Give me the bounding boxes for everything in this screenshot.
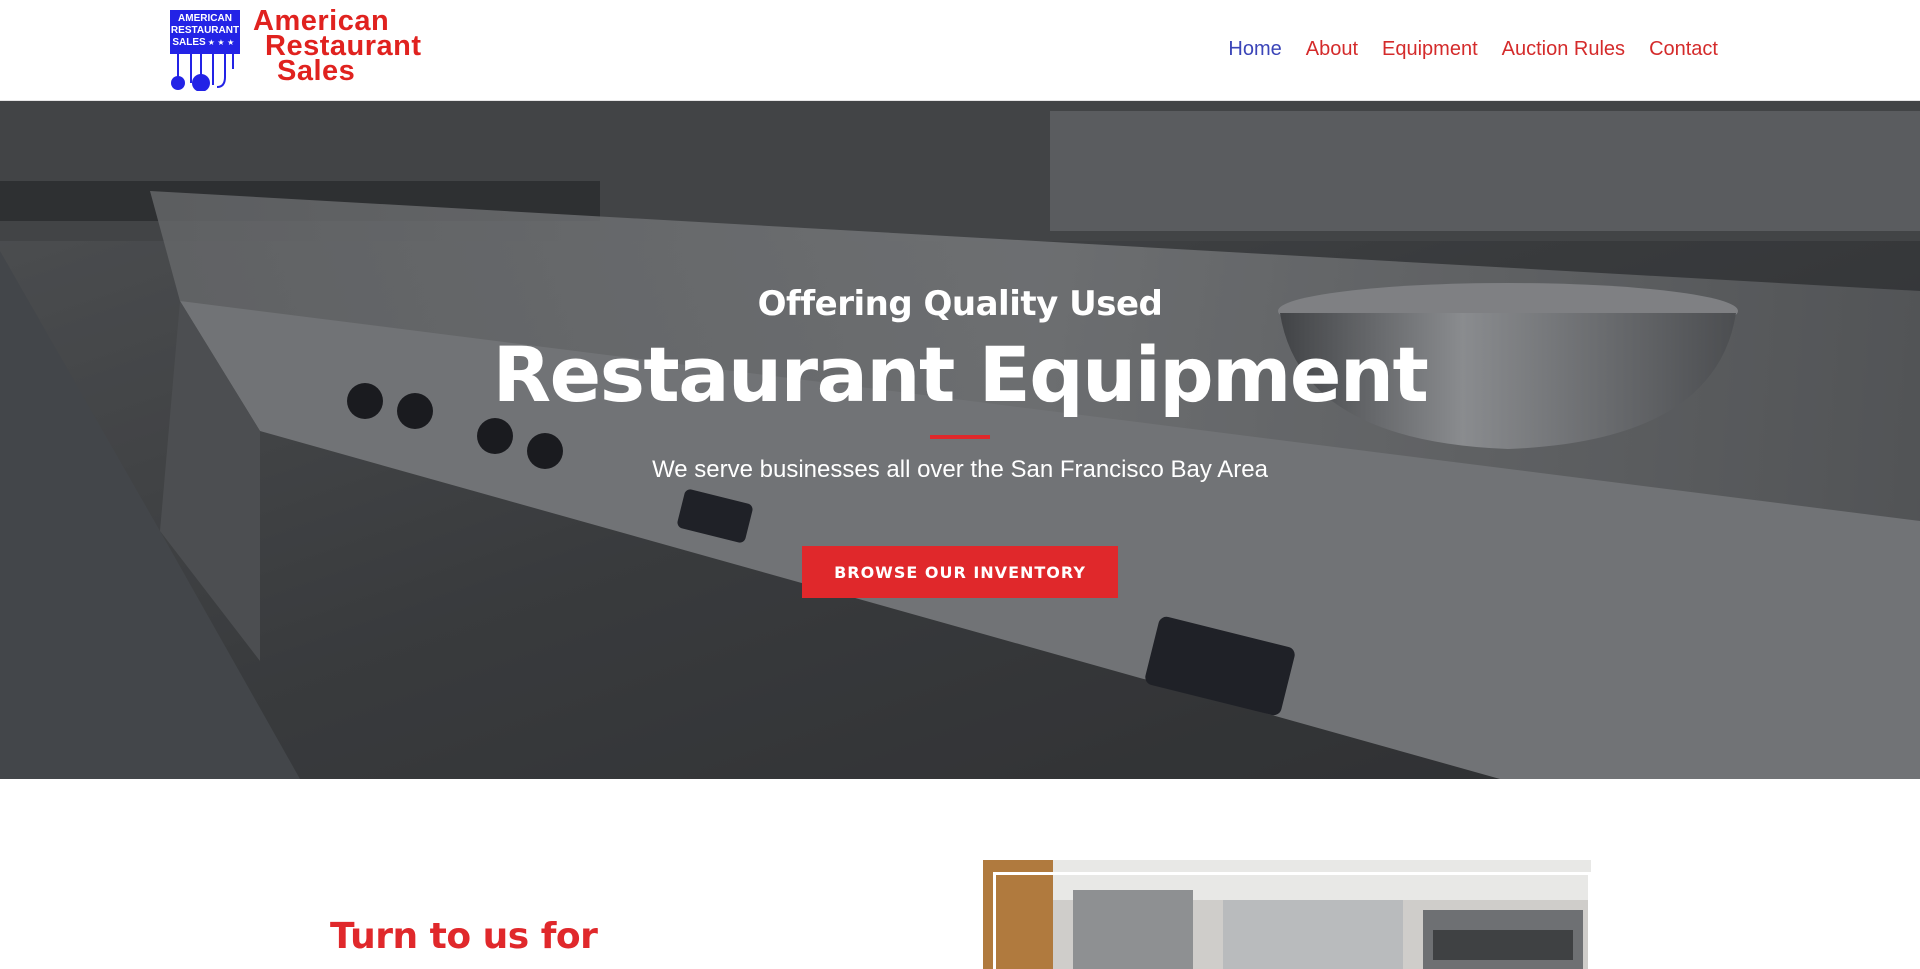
- section-heading: Turn to us for: [330, 916, 598, 957]
- logo-wordmark: American Restaurant Sales: [253, 7, 422, 87]
- nav-contact[interactable]: Contact: [1649, 38, 1718, 61]
- hero-overlay: [0, 101, 1920, 779]
- section-image-frame: [993, 872, 1591, 969]
- logo-line-3: Sales: [277, 55, 356, 87]
- nav-auction-rules[interactable]: Auction Rules: [1502, 38, 1625, 61]
- browse-inventory-button[interactable]: BROWSE OUR INVENTORY: [802, 546, 1118, 598]
- section-kitchen-image: [983, 860, 1591, 969]
- hero-section: Offering Quality Used Restaurant Equipme…: [0, 101, 1920, 779]
- badge-line-3: SALES: [172, 37, 206, 48]
- nav-equipment[interactable]: Equipment: [1382, 38, 1478, 61]
- main-nav: Home About Equipment Auction Rules Conta…: [1228, 38, 1718, 61]
- hero-description: We serve businesses all over the San Fra…: [652, 456, 1268, 483]
- site-header: AMERICAN RESTAURANT SALES ★ ★ ★ American…: [0, 0, 1920, 101]
- hero-title: Restaurant Equipment: [492, 330, 1429, 419]
- hero-subtitle: Offering Quality Used: [757, 284, 1163, 324]
- badge-line-2: RESTAURANT: [171, 25, 239, 36]
- badge-line-1: AMERICAN: [178, 13, 232, 24]
- nav-about[interactable]: About: [1306, 38, 1358, 61]
- site-logo[interactable]: AMERICAN RESTAURANT SALES ★ ★ ★ American…: [169, 7, 449, 91]
- badge-stars: ★ ★ ★: [208, 38, 235, 47]
- logo-badge-icon: AMERICAN RESTAURANT SALES ★ ★ ★: [170, 10, 240, 91]
- nav-home[interactable]: Home: [1228, 38, 1281, 61]
- hero-divider: [930, 435, 990, 439]
